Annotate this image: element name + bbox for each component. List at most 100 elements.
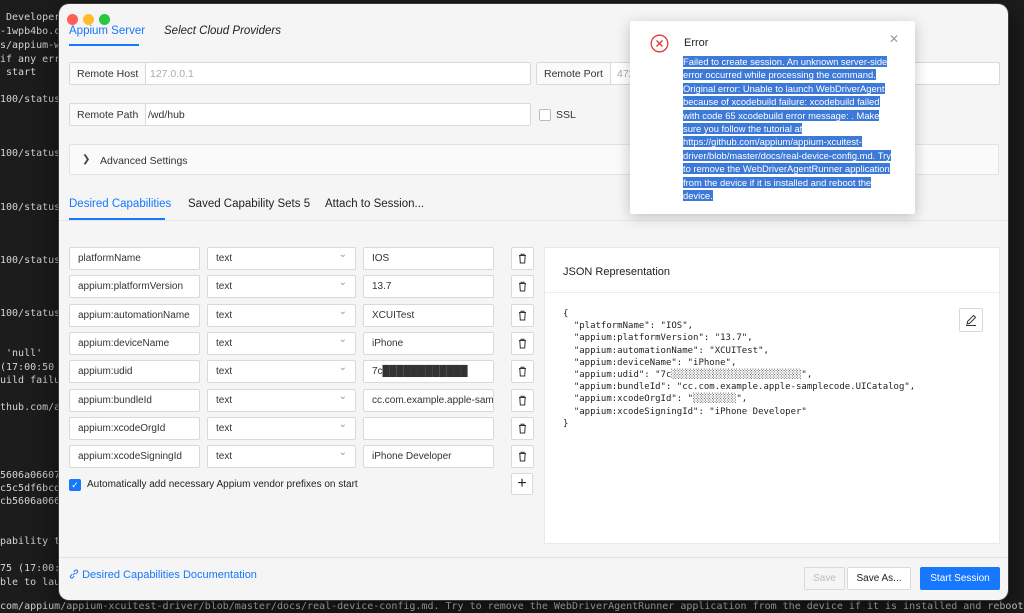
remote-host-placeholder: 127.0.0.1 [150,67,194,80]
json-panel-title: JSON Representation [563,266,670,278]
terminal-line: 100/status] [0,202,67,213]
chevron-right-icon: ❯ [82,154,91,165]
capability-name-input[interactable]: appium:automationName [69,303,200,327]
capability-type-select[interactable]: text [207,275,356,299]
delete-capability-button[interactable] [511,416,534,440]
remote-host-field[interactable]: Remote Host 127.0.0.1 [69,62,531,85]
error-message-text: Failed to create session. An unknown ser… [683,56,891,202]
trash-icon [519,451,526,462]
window-maximize-button[interactable] [99,14,110,25]
capability-name-input[interactable]: appium:platformVersion [69,275,200,299]
capability-name-input[interactable]: appium:deviceName [69,331,200,355]
json-code: { "platformName": "IOS", "appium:platfor… [563,309,916,429]
window-close-button[interactable] [67,14,78,25]
delete-capability-button[interactable] [511,303,534,327]
terminal-line: thub.com/ap [0,402,67,413]
remote-port-label: Remote Port [537,63,611,84]
tab-attach-to-session[interactable]: Attach to Session... [325,198,424,210]
terminal-line: -1wpb4bo.c4 [0,26,67,37]
trash-icon [519,282,526,292]
remote-path-value: /wd/hub [148,108,185,121]
capability-value-input[interactable] [363,416,494,440]
remote-path-field[interactable]: Remote Path /wd/hub [69,103,531,126]
footer-divider [59,557,1008,558]
capability-type-select[interactable]: text [207,360,356,384]
capability-name-input[interactable]: appium:xcodeOrgId [69,416,200,440]
start-session-button[interactable]: Start Session [920,567,1000,590]
delete-capability-button[interactable] [511,445,534,469]
auto-prefix-label: Automatically add necessary Appium vendo… [87,479,358,490]
trash-icon [519,366,526,377]
error-message: Failed to create session. An unknown ser… [683,55,895,202]
cap-tabs-divider [59,220,1008,221]
tab-desired-capabilities[interactable]: Desired Capabilities [69,198,171,210]
remote-path-label: Remote Path [70,104,147,125]
delete-capability-button[interactable] [511,275,534,299]
json-representation-panel: JSON Representation { "platformName": "I… [544,247,1000,544]
edit-json-button[interactable] [959,308,983,332]
trash-icon [519,338,526,349]
terminal-line: 'null' [0,348,43,359]
capability-type-select[interactable]: text [207,416,356,440]
terminal-bottom-line: com/appium/appium-xcuitest-driver/blob/m… [0,601,1024,612]
advanced-settings-label: Advanced Settings [100,155,188,167]
capability-value-input[interactable]: XCUITest [363,303,494,327]
capability-type-select[interactable]: text [207,247,356,270]
terminal-line: start [0,67,37,78]
delete-capability-button[interactable] [511,331,534,355]
error-title: Error [684,37,709,49]
capability-name-input[interactable]: platformName [69,247,200,270]
terminal-line: cb5606a0660 [0,496,67,507]
docs-link[interactable]: Desired Capabilities Documentation [69,569,257,581]
ssl-checkbox[interactable] [539,109,551,121]
terminal-line: (17:00:50 G [0,362,67,373]
trash-icon [519,310,526,321]
edit-icon [966,314,977,326]
link-icon [69,569,79,579]
json-panel-divider [545,292,999,293]
capability-name-input[interactable]: appium:xcodeSigningId [69,445,200,469]
capability-value-input[interactable]: 13.7 [363,275,494,299]
trash-icon [519,253,526,264]
add-capability-button[interactable]: + [511,473,533,495]
auto-prefix-checkbox[interactable]: ✓ [69,479,81,491]
capability-type-select[interactable]: text [207,303,356,327]
terminal-line: c5c5df6bcd4 [0,483,67,494]
remote-host-label: Remote Host [70,63,147,84]
terminal-line: uild failur [0,375,67,386]
capability-value-input[interactable]: iPhone [363,331,494,355]
terminal-line: 5606a066074 [0,470,67,481]
capability-type-select[interactable]: text [207,388,356,412]
capability-name-input[interactable]: appium:udid [69,360,200,384]
capability-type-select[interactable]: text [207,445,356,469]
terminal-line: 100/status] [0,148,67,159]
terminal-line: 100/status] [0,94,67,105]
terminal-line: if any erro [0,54,67,65]
delete-capability-button[interactable] [511,247,534,270]
docs-link-label: Desired Capabilities Documentation [82,569,257,581]
tab-appium-server[interactable]: Appium Server [69,25,145,37]
trash-icon [519,395,526,405]
trash-icon [519,423,526,434]
window-minimize-button[interactable] [83,14,94,25]
capability-value-input[interactable]: cc.com.example.apple-sam [363,388,494,412]
save-as-button[interactable]: Save As... [847,567,911,590]
error-circle-icon [650,34,669,53]
delete-capability-button[interactable] [511,388,534,412]
capability-type-select[interactable]: text [207,331,356,355]
save-button[interactable]: Save [804,567,845,590]
terminal-line: 100/status] [0,308,67,319]
error-notification: Error ✕ Failed to create session. An unk… [630,21,915,214]
terminal-line: ble to laun [0,577,67,588]
terminal-line: pability to [0,536,67,547]
capability-value-input[interactable]: IOS [363,247,494,270]
capability-value-input[interactable]: 7c████████████ [363,360,494,384]
delete-capability-button[interactable] [511,360,534,384]
capability-value-input[interactable]: iPhone Developer [363,445,494,469]
close-icon[interactable]: ✕ [889,32,899,46]
tab-saved-capability-sets[interactable]: Saved Capability Sets 5 [188,198,310,210]
terminal-line: s/appium-we [0,40,67,51]
capability-name-input[interactable]: appium:bundleId [69,388,200,412]
terminal-line: 75 (17:00:5 [0,563,67,574]
tab-select-cloud-providers[interactable]: Select Cloud Providers [164,25,281,37]
